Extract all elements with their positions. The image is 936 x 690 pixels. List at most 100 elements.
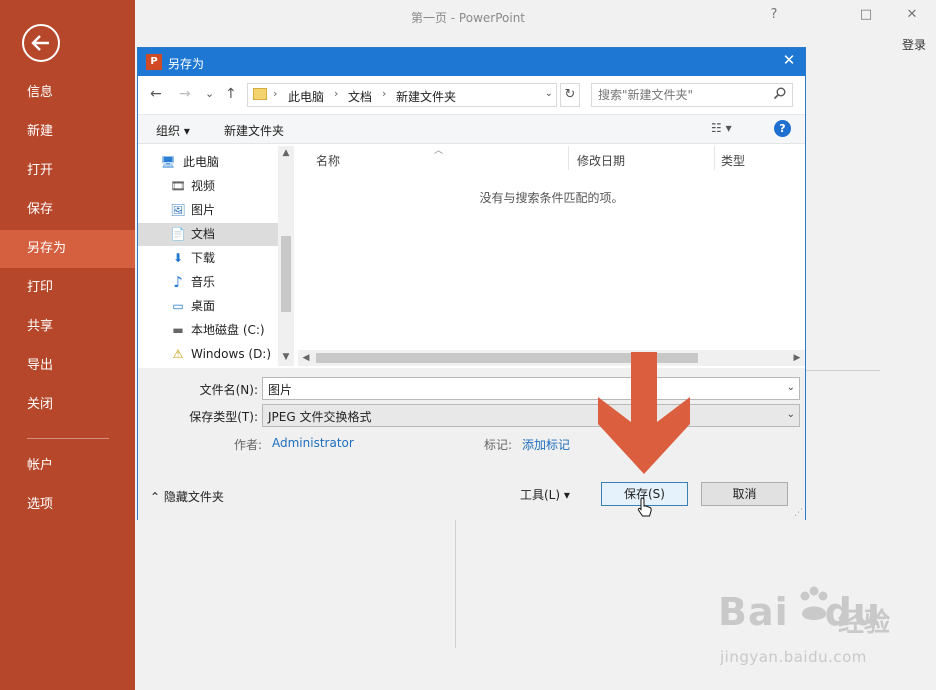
nav-share[interactable]: 共享 [0,308,135,346]
up-folder-icon[interactable]: ↑ [225,86,237,102]
breadcrumb-this-pc[interactable]: 此电脑 [288,88,324,105]
tree-label: 视频 [191,179,216,193]
nav-export[interactable]: 导出 [0,347,135,385]
cancel-button[interactable]: 取消 [701,482,788,506]
refresh-icon[interactable]: ↻ [560,83,580,107]
dialog-toolbar: 组织 ▾ 新建文件夹 ☷ ▾ ? [138,114,805,144]
scroll-down-icon[interactable]: ▼ [278,352,294,362]
tree-label: 本地磁盘 (C:) [191,323,265,337]
tree-item-desktop[interactable]: ▭ 桌面 [138,295,278,318]
back-nav-icon[interactable]: ← [150,86,162,102]
nav-new[interactable]: 新建 [0,113,135,151]
new-folder-button[interactable]: 新建文件夹 [224,122,284,139]
column-divider[interactable] [714,146,715,170]
dialog-title: 另存为 [168,57,205,71]
scroll-up-icon[interactable]: ▲ [278,148,294,158]
annotation-arrow-icon [598,352,690,474]
forward-nav-icon[interactable]: → [179,86,191,102]
nav-save-as[interactable]: 另存为 [0,230,135,268]
tree-item-local-disk-c[interactable]: ▬ 本地磁盘 (C:) [138,319,278,342]
crumb-separator: › [382,87,387,100]
app-title: 第一页 - PowerPoint [0,9,936,26]
tree-item-music[interactable]: ♪ 音乐 [138,271,278,294]
horizontal-scrollbar[interactable]: ◀ ▶ [298,350,805,366]
download-icon: ⬇ [172,251,184,265]
nav-print[interactable]: 打印 [0,269,135,307]
breadcrumb-new-folder[interactable]: 新建文件夹 [396,88,456,105]
recent-locations-icon[interactable]: ⌄ [205,87,214,100]
back-button[interactable] [22,24,60,62]
watermark-cn-text: 经验 [838,608,891,638]
filetype-select[interactable]: JPEG 文件交换格式 ⌄ [262,404,800,427]
window-title: 第一页 - PowerPoint [410,11,526,25]
scroll-left-icon[interactable]: ◀ [298,353,314,363]
pictures-icon: 🖼 [170,203,186,217]
nav-scroll-thumb[interactable] [281,236,291,312]
video-icon: 🎞 [170,179,186,193]
sidebar-divider [27,438,109,439]
nav-close[interactable]: 关闭 [0,386,135,424]
save-as-dialog: P 另存为 ✕ ← → ⌄ ↑ › 此电脑 › 文档 › 新建文件夹 ⌄ ↻ 组… [137,47,806,520]
search-box[interactable] [591,83,793,107]
sort-caret-icon: ︿ [434,146,444,156]
nav-open[interactable]: 打开 [0,152,135,190]
resize-grip-icon[interactable]: ⋰ [794,508,803,518]
login-link[interactable]: 登录 [902,36,926,53]
tree-item-windows-d[interactable]: ⚠ Windows (D:) [138,343,278,366]
change-view-icon[interactable]: ☷ ▾ [711,121,732,135]
author-label: 作者: [234,438,263,452]
tree-item-pictures[interactable]: 🖼 图片 [138,199,278,222]
back-arrow-icon [31,35,49,51]
nav-scrollbar[interactable]: ▲ ▼ [278,146,294,366]
scroll-right-icon[interactable]: ▶ [789,353,805,363]
column-name[interactable]: 名称 [316,152,340,169]
breadcrumb-documents[interactable]: 文档 [348,88,372,105]
empty-message: 没有与搜索条件匹配的项。 [479,191,624,205]
restore-window-icon[interactable]: □ [856,7,876,22]
tree-item-documents[interactable]: 📄 文档 [138,223,278,246]
column-divider[interactable] [568,146,569,170]
crumb-separator: › [273,87,278,100]
tools-button[interactable]: 工具(L) ▾ [520,486,570,503]
close-window-icon[interactable]: ✕ [902,7,922,22]
filetype-value: JPEG 文件交换格式 [268,410,372,424]
nav-info[interactable]: 信息 [0,74,135,112]
chevron-down-icon[interactable]: ⌄ [787,409,795,420]
column-modified[interactable]: 修改日期 [577,152,625,169]
crumb-separator: › [334,87,339,100]
filename-field[interactable]: 图片 ⌄ [262,377,800,400]
nav-account[interactable]: 帐户 [0,447,135,485]
address-dropdown-icon[interactable]: ⌄ [545,88,553,99]
tags-label: 标记: [484,438,513,452]
organize-button[interactable]: 组织 ▾ [156,122,190,139]
add-tags-link[interactable]: 添加标记 [522,436,570,453]
dialog-title-bar: P 另存为 ✕ [138,48,805,76]
tree-item-this-pc[interactable]: 🖥 此电脑 [138,151,278,174]
drive-warning-icon: ⚠ [172,347,184,361]
nav-save[interactable]: 保存 [0,191,135,229]
save-form: 文件名(N): 图片 ⌄ 保存类型(T): JPEG 文件交换格式 ⌄ 作者: … [138,368,805,520]
tree-label: 此电脑 [183,155,220,169]
documents-icon: 📄 [170,227,186,241]
search-input[interactable] [598,87,768,103]
tree-label: Windows (D:) [191,347,272,361]
watermark-logo-text: Bai [718,590,789,634]
tree-item-videos[interactable]: 🎞 视频 [138,175,278,198]
tree-item-downloads[interactable]: ⬇ 下载 [138,247,278,270]
help-icon[interactable]: ? [774,120,791,137]
chevron-down-icon[interactable]: ⌄ [787,382,795,393]
tree-label: 文档 [191,227,216,241]
hide-folders-toggle[interactable]: ⌃ 隐藏文件夹 [150,488,224,505]
file-list[interactable]: ︿ 名称 修改日期 类型 没有与搜索条件匹配的项。 ◀ ▶ [298,146,805,366]
column-type[interactable]: 类型 [721,152,745,169]
dialog-close-icon[interactable]: ✕ [779,51,799,69]
background-divider-vertical [455,520,456,648]
computer-icon: 🖥 [160,155,176,169]
tree-label: 图片 [191,203,216,217]
author-value[interactable]: Administrator [272,436,354,450]
nav-options[interactable]: 选项 [0,486,135,524]
address-bar[interactable]: › 此电脑 › 文档 › 新建文件夹 ⌄ [247,83,557,107]
search-icon [773,87,786,100]
help-icon[interactable]: ? [764,7,784,22]
powerpoint-icon: P [146,54,162,70]
